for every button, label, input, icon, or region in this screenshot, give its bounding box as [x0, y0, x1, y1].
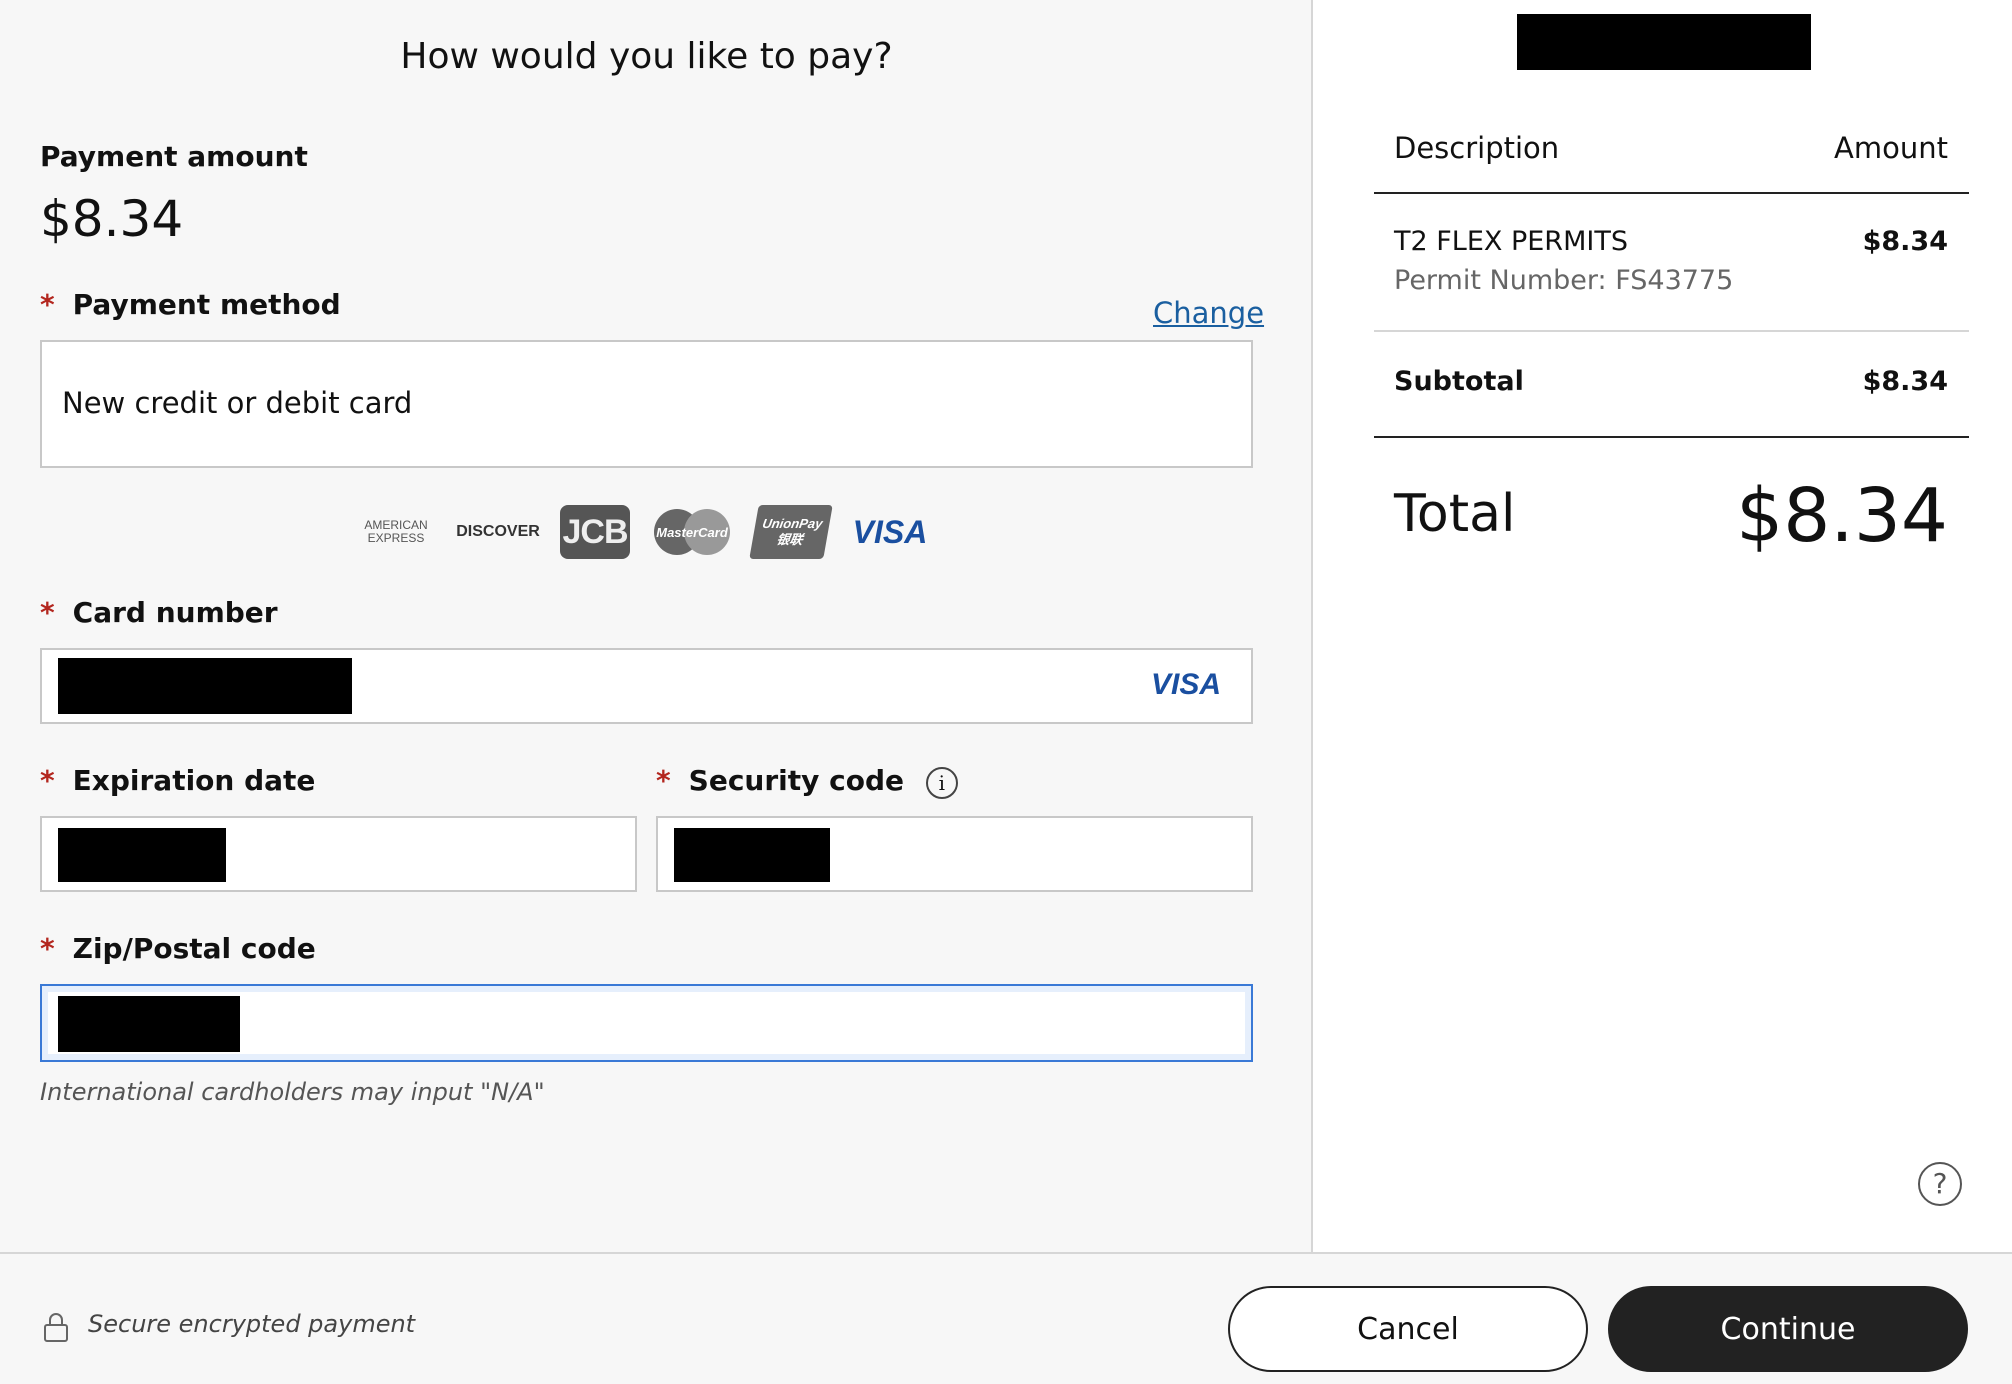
info-icon[interactable]: i	[925, 767, 958, 799]
card-number-label-text: Card number	[72, 596, 278, 629]
payment-amount-value: $8.34	[40, 190, 184, 248]
help-chat-icon[interactable]: ?	[1918, 1162, 1962, 1206]
required-marker: *	[40, 288, 55, 321]
line-item-detail: Permit Number: FS43775	[1394, 265, 1734, 296]
card-number-label: * Card number	[40, 596, 278, 629]
expiration-date-input[interactable]	[40, 816, 637, 892]
line-item-amount: $8.34	[1862, 226, 1948, 257]
expiration-date-label: * Expiration date	[40, 764, 315, 797]
security-code-input[interactable]	[656, 816, 1253, 892]
card-number-input[interactable]: VISA	[40, 648, 1253, 724]
required-marker: *	[40, 764, 55, 797]
description-column-header: Description	[1394, 131, 1560, 165]
payment-method-value: New credit or debit card	[62, 386, 413, 420]
header-divider	[1374, 192, 1969, 194]
continue-button[interactable]: Continue	[1608, 1286, 1968, 1372]
accepted-cards: AMERICAN EXPRESS DISCOVER JCB MasterCard…	[356, 505, 930, 559]
amex-logo-icon: AMERICAN EXPRESS	[364, 517, 428, 545]
zip-code-label-text: Zip/Postal code	[72, 932, 316, 965]
payment-method-select[interactable]: New credit or debit card	[40, 340, 1253, 468]
payment-form-panel: How would you like to pay? Payment amoun…	[0, 0, 1313, 1252]
redacted-merchant-name	[1517, 14, 1811, 70]
line-item-name: T2 FLEX PERMITS	[1394, 226, 1628, 257]
visa-logo-icon: VISA	[852, 513, 928, 550]
subtotal-divider	[1374, 436, 1969, 438]
amount-column-header: Amount	[1834, 131, 1948, 165]
required-marker: *	[40, 596, 55, 629]
page-title: How would you like to pay?	[400, 36, 893, 77]
order-summary-panel	[1315, 0, 2012, 1252]
zip-code-input[interactable]	[40, 984, 1253, 1062]
detected-card-brand-icon: VISA	[1151, 668, 1222, 701]
zip-code-hint: International cardholders may input "N/A…	[40, 1078, 545, 1106]
payment-method-label-text: Payment method	[72, 288, 341, 321]
total-label: Total	[1394, 484, 1516, 544]
discover-logo-icon: DISCOVER	[456, 523, 540, 540]
redacted-card-number	[58, 658, 352, 714]
expiration-date-label-text: Expiration date	[72, 764, 316, 797]
security-code-label-text: Security code	[688, 764, 905, 797]
mastercard-logo-icon: MasterCard	[652, 505, 732, 559]
jcb-logo-icon: JCB	[560, 505, 630, 559]
lock-icon	[44, 1313, 68, 1342]
security-code-label: * Security code i	[656, 764, 958, 799]
cancel-button[interactable]: Cancel	[1228, 1286, 1588, 1372]
change-payment-method-link[interactable]: Change	[1153, 296, 1264, 330]
footer-bar: Secure encrypted payment Cancel Continue	[0, 1252, 2012, 1384]
redacted-security-code	[674, 828, 830, 882]
unionpay-logo-icon: UnionPay 银联	[749, 505, 833, 559]
secure-payment-text: Secure encrypted payment	[88, 1310, 416, 1338]
payment-amount-label: Payment amount	[40, 140, 308, 173]
redacted-expiration-date	[58, 828, 226, 882]
item-divider	[1374, 330, 1969, 332]
redacted-zip-code	[58, 996, 240, 1052]
payment-method-label: * Payment method	[40, 288, 341, 321]
subtotal-label: Subtotal	[1394, 366, 1524, 397]
zip-code-label: * Zip/Postal code	[40, 932, 316, 965]
required-marker: *	[40, 932, 55, 965]
required-marker: *	[656, 764, 671, 797]
total-value: $8.34	[1736, 473, 1948, 559]
subtotal-value: $8.34	[1862, 366, 1948, 397]
